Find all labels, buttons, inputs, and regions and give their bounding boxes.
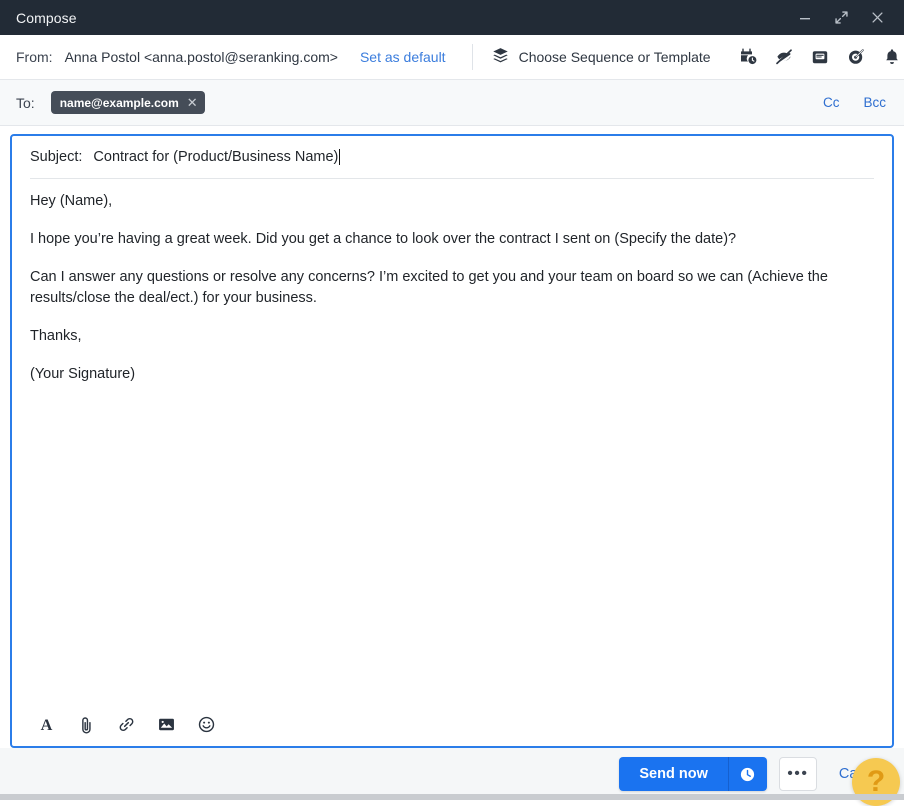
- to-row: To: name@example.com ✕ Cc Bcc: [0, 80, 904, 126]
- expand-icon: [834, 11, 848, 24]
- message-body[interactable]: Hey (Name), I hope you’re having a great…: [12, 179, 892, 702]
- bell-icon: [885, 49, 898, 64]
- inbox-open-button[interactable]: [809, 46, 831, 68]
- header-toolbar-icons: [737, 46, 904, 68]
- from-address[interactable]: Anna Postol <anna.postol@seranking.com>: [65, 49, 338, 65]
- link-button[interactable]: [114, 712, 138, 736]
- from-row: From: Anna Postol <anna.postol@seranking…: [0, 35, 904, 80]
- close-button[interactable]: [862, 5, 892, 31]
- compose-editor[interactable]: Subject: Contract for (Product/Business …: [10, 134, 894, 748]
- close-icon: [871, 12, 883, 23]
- goal-target-button[interactable]: [845, 46, 867, 68]
- background-page-hint: [0, 786, 904, 794]
- subject-row[interactable]: Subject: Contract for (Product/Business …: [12, 136, 892, 178]
- choose-sequence-button[interactable]: Choose Sequence or Template: [491, 46, 711, 68]
- layers-icon: [491, 46, 510, 68]
- attachment-icon: [81, 716, 91, 734]
- text-caret: [339, 149, 341, 165]
- svg-text:A: A: [40, 716, 52, 734]
- editor-toolbar: A: [12, 702, 892, 746]
- body-paragraph: Thanks,: [30, 328, 82, 344]
- reminder-bell-button[interactable]: [881, 46, 903, 68]
- bcc-button[interactable]: Bcc: [863, 95, 886, 110]
- from-label: From:: [16, 49, 53, 65]
- expand-button[interactable]: [826, 5, 856, 31]
- subject-input[interactable]: Contract for (Product/Business Name): [93, 149, 338, 165]
- target-icon: [848, 49, 864, 64]
- subject-label: Subject:: [30, 149, 83, 165]
- clock-icon: [741, 767, 755, 781]
- image-button[interactable]: [154, 712, 178, 736]
- window-controls: [790, 5, 904, 31]
- body-paragraph: Can I answer any questions or resolve an…: [30, 268, 828, 307]
- title-bar: Compose: [0, 0, 904, 35]
- compose-window: Compose From: Anna Postol <anna.postol@s…: [0, 0, 904, 806]
- bottom-edge-strip: [0, 794, 904, 800]
- toolbar-divider: [471, 44, 473, 70]
- compose-footer: Send now ••• Cancel ?: [0, 748, 904, 806]
- cc-button[interactable]: Cc: [823, 95, 840, 110]
- schedule-send-button[interactable]: [737, 46, 759, 68]
- link-icon: [119, 717, 133, 731]
- set-as-default-link[interactable]: Set as default: [360, 49, 446, 65]
- body-paragraph: Hey (Name),: [30, 193, 113, 209]
- recipient-chip[interactable]: name@example.com ✕: [50, 91, 205, 114]
- schedule-send-icon: [740, 48, 756, 65]
- cc-bcc-group: Cc Bcc: [823, 95, 886, 110]
- remove-recipient-icon[interactable]: ✕: [187, 96, 198, 109]
- tracking-off-button[interactable]: [773, 46, 795, 68]
- choose-sequence-label: Choose Sequence or Template: [518, 49, 711, 65]
- formatting-button[interactable]: A: [34, 712, 58, 736]
- window-title: Compose: [16, 9, 77, 26]
- to-label: To:: [16, 94, 35, 111]
- recipient-email: name@example.com: [59, 95, 179, 110]
- emoji-button[interactable]: [194, 712, 218, 736]
- emoji-icon: [198, 716, 214, 732]
- minimize-icon: [800, 17, 810, 19]
- minimize-button[interactable]: [790, 5, 820, 31]
- attachment-button[interactable]: [74, 712, 98, 736]
- image-icon: [158, 718, 174, 730]
- tracking-off-icon: [775, 49, 792, 65]
- formatting-icon: A: [40, 716, 52, 734]
- inbox-open-icon: [812, 51, 827, 64]
- body-paragraph: I hope you’re having a great week. Did y…: [30, 230, 737, 247]
- body-paragraph: (Your Signature): [30, 365, 136, 382]
